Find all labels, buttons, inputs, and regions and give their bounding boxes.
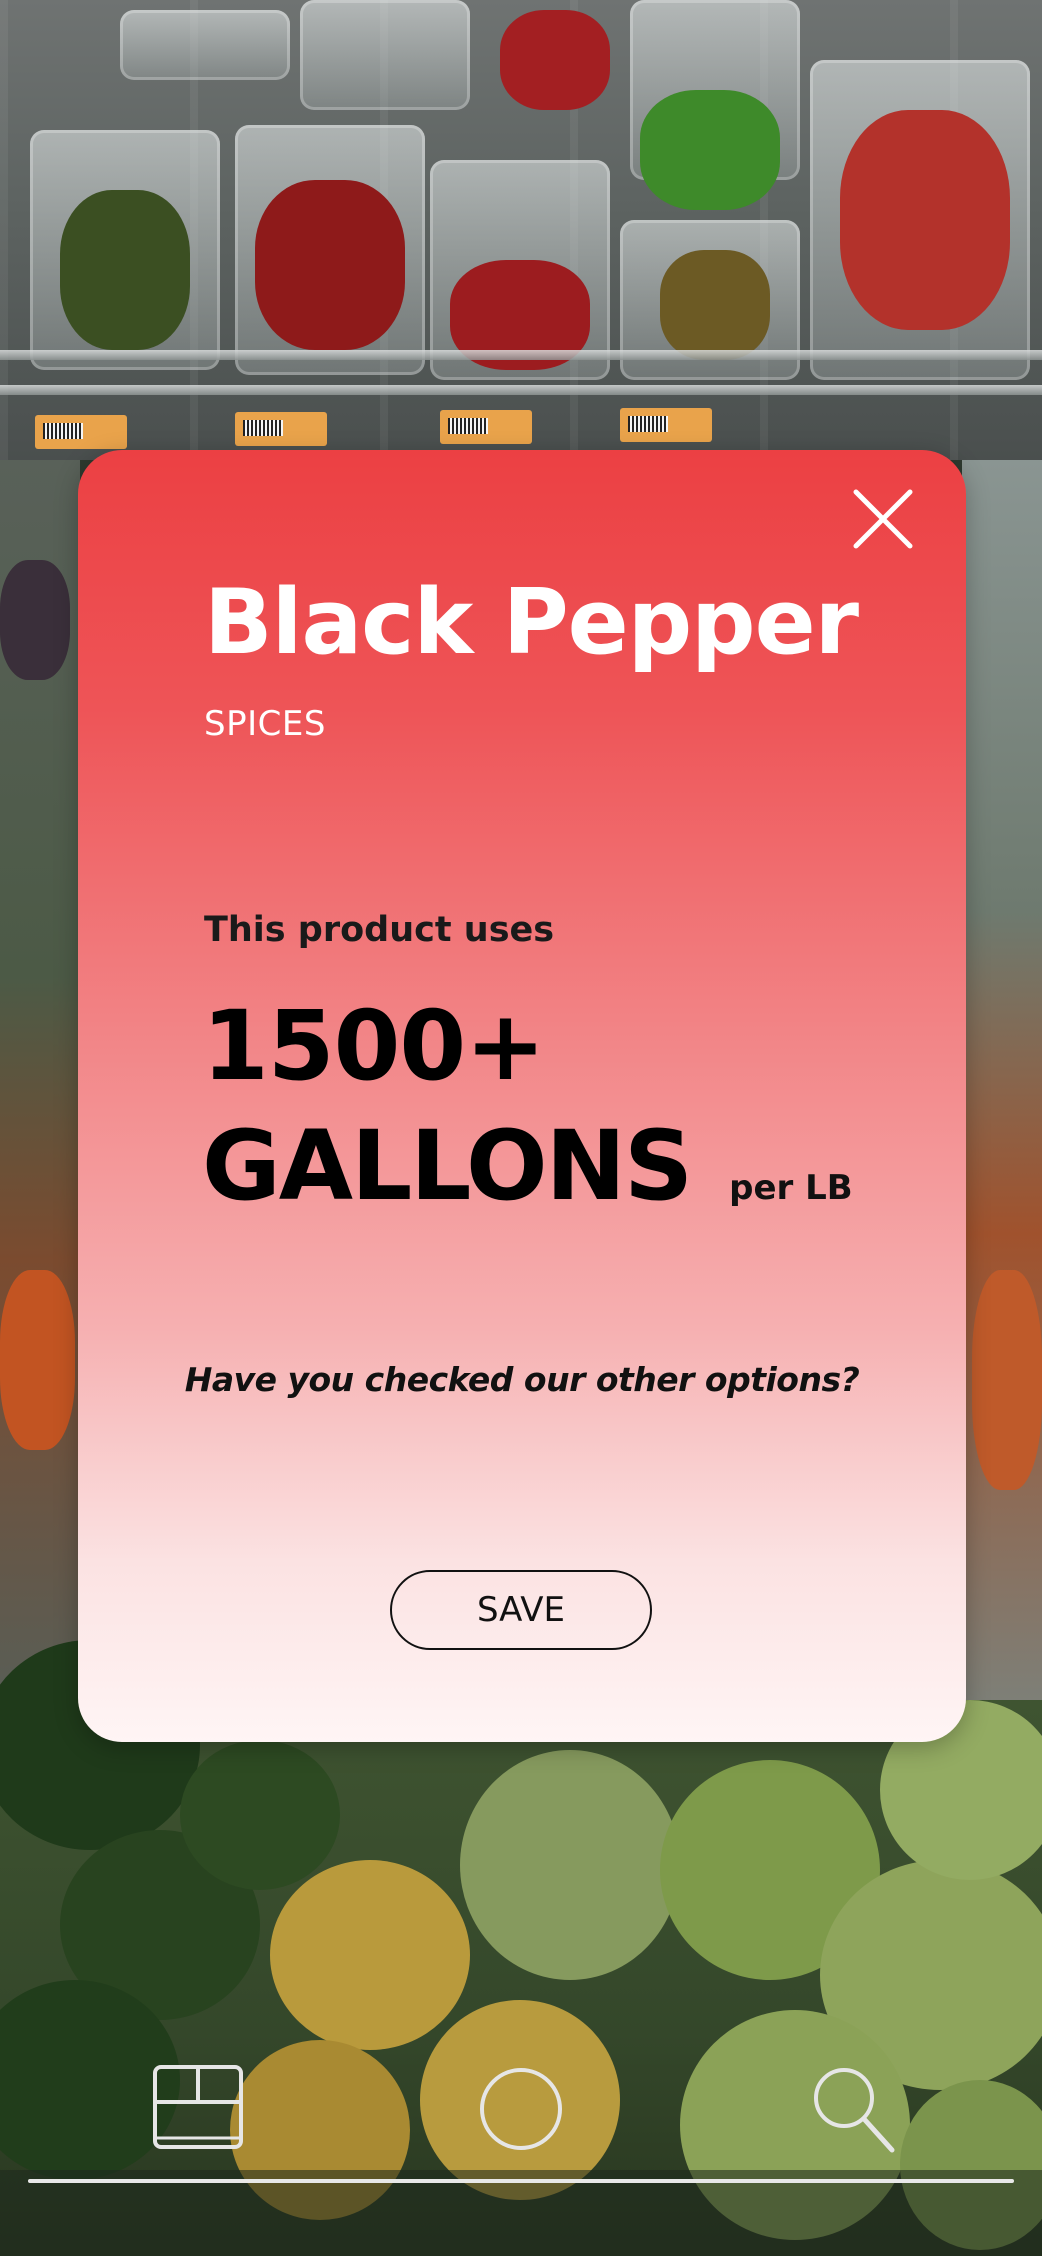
carrots-tray xyxy=(840,110,1010,330)
cabbage xyxy=(460,1750,680,1980)
produce-tray xyxy=(300,0,470,110)
red-chili xyxy=(255,180,405,350)
close-icon xyxy=(853,489,913,549)
cauliflower xyxy=(270,1860,470,2050)
app-screen: Black Pepper SPICES This product uses 15… xyxy=(0,0,1042,2256)
nav-layout-button[interactable] xyxy=(152,2064,244,2150)
home-indicator xyxy=(28,2179,1014,2183)
green-bell-pepper xyxy=(640,90,780,210)
shelf-rail xyxy=(0,385,1042,395)
save-button[interactable]: SAVE xyxy=(390,1570,652,1650)
eggplant xyxy=(0,560,70,680)
usage-amount: 1500+ xyxy=(202,990,546,1102)
shelf-rail xyxy=(0,350,1042,360)
carrots xyxy=(972,1270,1042,1490)
usage-per-unit: per LB xyxy=(729,1168,853,1208)
mixed-pepper xyxy=(660,250,770,360)
produce-tray xyxy=(120,10,290,80)
price-tag xyxy=(440,410,532,444)
usage-unit: GALLONS xyxy=(202,1110,693,1222)
carrots xyxy=(0,1270,75,1450)
usage-label: This product uses xyxy=(204,910,555,950)
price-tag xyxy=(235,412,327,446)
price-tag xyxy=(620,408,712,442)
usage-unit-row: GALLONS per LB xyxy=(202,1118,853,1214)
red-pepper xyxy=(500,10,610,110)
produce-shelf-right xyxy=(962,460,1042,1750)
layout-icon xyxy=(153,2065,243,2149)
circle-icon xyxy=(480,2068,562,2150)
product-category: SPICES xyxy=(204,704,326,744)
price-tag xyxy=(35,415,127,449)
search-icon xyxy=(814,2068,895,2153)
alternatives-prompt: Have you checked our other options? xyxy=(184,1360,860,1399)
nav-home-button[interactable] xyxy=(478,2066,564,2152)
broccoli xyxy=(180,1740,340,1890)
nav-search-button[interactable] xyxy=(810,2064,896,2154)
product-card: Black Pepper SPICES This product uses 15… xyxy=(78,450,966,1742)
green-chili xyxy=(60,190,190,350)
product-name: Black Pepper xyxy=(204,570,859,675)
close-button[interactable] xyxy=(850,486,916,552)
